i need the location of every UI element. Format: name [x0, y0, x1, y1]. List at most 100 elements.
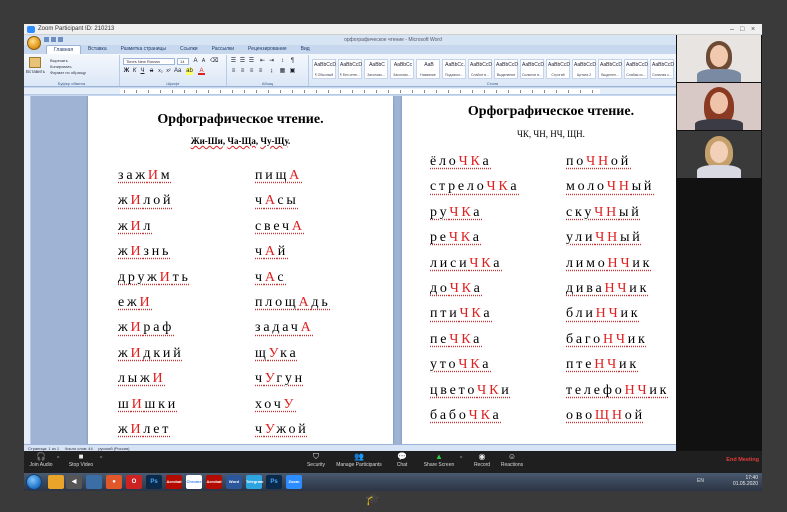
audio-options-caret-icon[interactable]: ^	[57, 456, 59, 462]
style-preset[interactable]: AaBbC Заголово...	[364, 59, 388, 79]
chrome-icon[interactable]: Chrome	[186, 475, 202, 489]
cut-button[interactable]: Вырезать	[50, 58, 68, 63]
minimize-icon[interactable]: –	[730, 24, 734, 35]
acrobat-icon[interactable]: Acrobat	[166, 475, 182, 489]
style-preset[interactable]: AaBbCcDc Выделение	[494, 59, 518, 79]
numbering-icon[interactable]: ☰	[239, 58, 246, 65]
start-button[interactable]	[26, 474, 42, 490]
explorer-icon[interactable]	[48, 475, 64, 489]
system-clock[interactable]: 17:40 01.05.2020	[733, 475, 758, 487]
office-button[interactable]	[27, 36, 41, 50]
bullets-icon[interactable]: ☰	[230, 58, 237, 65]
bold-icon[interactable]: Ж	[123, 68, 130, 75]
telegram-icon[interactable]: Telegram	[246, 475, 264, 489]
tab-page-layout[interactable]: Разметка страницы	[114, 45, 173, 54]
tab-insert[interactable]: Вставка	[81, 45, 114, 54]
maximize-icon[interactable]: □	[740, 24, 744, 35]
zoom-taskbar-icon[interactable]: Zoom	[286, 475, 302, 489]
join-audio-button[interactable]: 🎧 Join Audio	[28, 452, 54, 469]
paste-icon[interactable]	[29, 57, 41, 68]
align-right-icon[interactable]: ≡	[248, 68, 255, 75]
change-case-icon[interactable]: Aa	[174, 68, 181, 75]
style-preset[interactable]: AaBbCc. Подзагол...	[442, 59, 466, 79]
justify-icon[interactable]: ≡	[257, 68, 264, 75]
media-player-icon[interactable]: ◀	[66, 475, 82, 489]
style-preset[interactable]: AaB Название	[416, 59, 440, 79]
undo-icon[interactable]	[51, 37, 56, 42]
participant-video-3[interactable]	[677, 131, 761, 178]
save-icon[interactable]	[44, 37, 49, 42]
align-left-icon[interactable]: ≡	[230, 68, 237, 75]
style-preset[interactable]: AaBbCcDc ¶ Без инте...	[338, 59, 362, 79]
grow-font-icon[interactable]: A	[192, 58, 199, 65]
record-button[interactable]: ◉ Record	[471, 452, 493, 469]
clear-format-icon[interactable]: ⌫	[210, 58, 218, 65]
acrobat-icon-2[interactable]: Acrobat	[206, 475, 222, 489]
style-preset[interactable]: AaBbCcDc Строгий	[546, 59, 570, 79]
close-icon[interactable]: ×	[751, 24, 755, 35]
increase-indent-icon[interactable]: ⇥	[268, 58, 275, 65]
copy-button[interactable]: Копировать	[50, 64, 72, 69]
redo-icon[interactable]	[58, 37, 63, 42]
tab-home[interactable]: Главная	[46, 45, 82, 54]
security-button[interactable]: ⛉ Security	[304, 452, 328, 469]
line-spacing-icon[interactable]: ↨	[268, 68, 275, 75]
style-preset[interactable]: AaBbCcDc Сильное в...	[520, 59, 544, 79]
opera-icon[interactable]: O	[126, 475, 142, 489]
subscript-icon[interactable]: x₂	[157, 68, 164, 75]
stop-video-button[interactable]: ■ Stop Video	[66, 452, 96, 469]
firefox-icon[interactable]: ●	[106, 475, 122, 489]
pilcrow-icon[interactable]: ¶	[289, 58, 296, 65]
style-preset[interactable]: AaBbCcDc Слабая сс...	[624, 59, 648, 79]
tab-references[interactable]: Ссылки	[173, 45, 205, 54]
document-page-2[interactable]: Орфографическое чтение. ЧК, ЧН, НЧ, ЩН. …	[402, 96, 676, 444]
tab-review[interactable]: Рецензирование	[241, 45, 294, 54]
chat-button[interactable]: 💬 Chat	[392, 452, 412, 469]
italic-icon[interactable]: К	[131, 68, 138, 75]
style-preset[interactable]: AaBbCc Заголово...	[390, 59, 414, 79]
word-text: а	[473, 204, 483, 220]
tab-view[interactable]: Вид	[294, 45, 317, 54]
share-screen-button[interactable]: ▲ Share Screen	[421, 452, 457, 469]
font-size-box[interactable]: 14	[177, 58, 189, 65]
manage-participants-button[interactable]: 👥 Manage Participants	[334, 452, 384, 469]
shrink-font-icon[interactable]: A	[200, 58, 207, 65]
style-preset[interactable]: AaBbCcDc Слабое в...	[468, 59, 492, 79]
document-page-1[interactable]: Орфографическое чтение. Жи-Ши, Ча-Ща, Чу…	[88, 96, 393, 444]
multilevel-icon[interactable]: ☰	[248, 58, 255, 65]
end-meeting-button[interactable]: End Meeting	[726, 457, 759, 463]
highlight-icon[interactable]: ab	[186, 68, 193, 75]
style-preset[interactable]: AaBbCcDc Сильная с...	[650, 59, 674, 79]
photoshop-icon[interactable]: Ps	[146, 475, 162, 489]
word-icon[interactable]: Word	[226, 475, 242, 489]
document-area[interactable]: Орфографическое чтение. Жи-Ши, Ча-Ща, Чу…	[24, 96, 676, 444]
horizontal-ruler[interactable]	[24, 88, 676, 95]
participant-video-2[interactable]	[677, 83, 761, 130]
format-painter-button[interactable]: Формат по образцу	[50, 70, 86, 75]
participant-video-1[interactable]	[677, 35, 761, 82]
shading-icon[interactable]: ▦	[279, 68, 286, 75]
photoshop-icon-2[interactable]: Ps	[266, 475, 282, 489]
paste-button[interactable]: Вставить	[26, 69, 45, 74]
strikethrough-icon[interactable]: a	[148, 68, 155, 75]
language-indicator[interactable]: EN	[697, 478, 704, 484]
decrease-indent-icon[interactable]: ⇤	[259, 58, 266, 65]
superscript-icon[interactable]: x²	[165, 68, 172, 75]
folder-icon[interactable]	[86, 475, 102, 489]
font-color-icon[interactable]: A	[198, 68, 205, 75]
word-entry: утоЧКа	[430, 357, 491, 373]
sort-icon[interactable]: ↕	[279, 58, 286, 65]
align-center-icon[interactable]: ≡	[239, 68, 246, 75]
vertical-ruler[interactable]	[24, 96, 31, 444]
style-preset[interactable]: AaBbCcDc ¶ Обычный	[312, 59, 336, 79]
word-text: ик	[619, 357, 639, 373]
borders-icon[interactable]: ▣	[289, 68, 296, 75]
underline-icon[interactable]: Ч	[139, 68, 146, 75]
video-options-caret-icon[interactable]: ^	[100, 456, 102, 462]
font-name-box[interactable]: Times New Roman	[123, 58, 175, 65]
style-preset[interactable]: AaBbCcDc Цитата 2	[572, 59, 596, 79]
share-options-caret-icon[interactable]: ^	[460, 456, 462, 462]
tab-mailings[interactable]: Рассылки	[205, 45, 241, 54]
style-preset[interactable]: AaBbCcDc Выделен...	[598, 59, 622, 79]
reactions-button[interactable]: ☺ Reactions	[498, 452, 526, 469]
